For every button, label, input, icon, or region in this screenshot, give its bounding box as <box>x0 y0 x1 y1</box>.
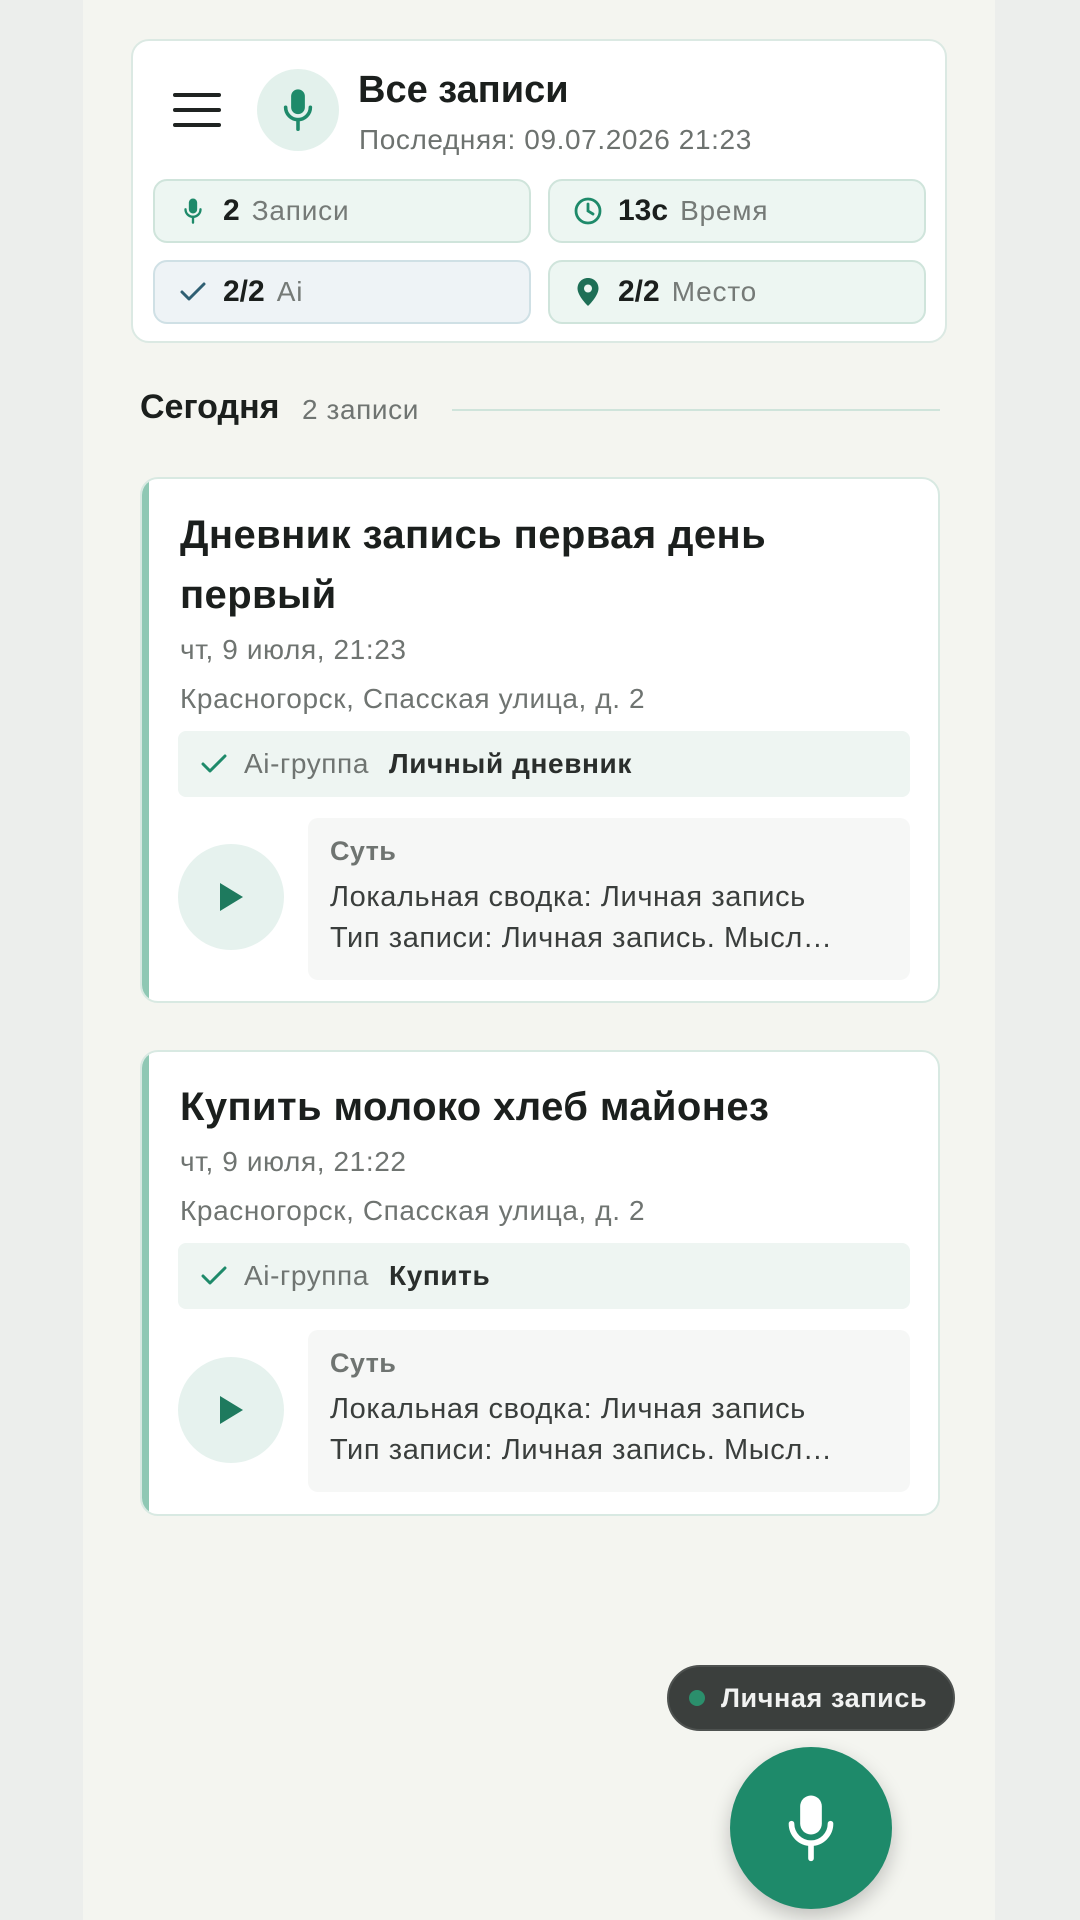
toast-label: Личная запись <box>721 1682 928 1713</box>
play-icon <box>220 1396 243 1424</box>
summary-box: Суть Локальная сводка: Личная запись Тип… <box>308 818 910 980</box>
stat-value: 2/2 <box>618 275 660 308</box>
stat-location: 2/2 Место <box>548 260 926 324</box>
record-title: Дневник запись первая день первый <box>180 513 767 617</box>
stat-time: 13с Время <box>548 179 926 243</box>
mic-icon <box>283 89 313 132</box>
stat-value: 13с <box>618 194 669 227</box>
menu-icon-bar <box>173 108 221 112</box>
mic-icon <box>788 1795 834 1862</box>
last-record-time: Последняя: 09.07.2026 21:23 <box>359 124 752 155</box>
record-date: чт, 9 июля, 21:22 <box>180 1146 407 1177</box>
summary-label: Суть <box>330 836 397 866</box>
record-fab-button[interactable] <box>730 1747 892 1909</box>
check-icon <box>177 276 209 308</box>
summary-box: Суть Локальная сводка: Личная запись Тип… <box>308 1330 910 1492</box>
clock-icon <box>572 195 604 227</box>
menu-icon-bar <box>173 123 221 127</box>
ai-group-badge: Ai-группа Личный дневник <box>178 731 910 797</box>
ai-group-badge: Ai-группа Купить <box>178 1243 910 1309</box>
menu-button[interactable] <box>173 93 221 129</box>
summary-text: Локальная сводка: Личная запись Тип запи… <box>330 1393 833 1466</box>
ai-group-value: Личный дневник <box>389 748 632 779</box>
card-accent-stripe <box>142 479 149 1001</box>
summary-text: Локальная сводка: Личная запись Тип запи… <box>330 881 833 954</box>
mic-icon <box>177 195 209 227</box>
check-icon <box>200 753 228 775</box>
record-date: чт, 9 июля, 21:23 <box>180 634 407 665</box>
ai-group-value: Купить <box>389 1260 491 1291</box>
stat-label: Записи <box>251 195 350 226</box>
stat-ai: 2/2 Ai <box>153 260 531 324</box>
summary-label: Суть <box>330 1348 397 1378</box>
card-accent-stripe <box>142 1052 149 1514</box>
record-location: Красногорск, Спасская улица, д. 2 <box>180 1195 646 1226</box>
status-dot-icon <box>689 1690 705 1706</box>
check-icon <box>200 1265 228 1287</box>
page-title: Все записи <box>358 69 569 111</box>
section-title: Сегодня <box>140 388 280 426</box>
stat-value: 2 <box>223 194 240 227</box>
play-button[interactable] <box>178 844 284 950</box>
stat-records: 2 Записи <box>153 179 531 243</box>
stat-label: Место <box>671 276 758 307</box>
section-divider <box>452 409 940 411</box>
record-card[interactable]: Купить молоко хлеб майонез чт, 9 июля, 2… <box>140 1050 940 1516</box>
location-pin-icon <box>572 276 604 308</box>
ai-group-label: Ai-группа <box>244 748 369 779</box>
mic-avatar-icon <box>257 69 339 151</box>
ai-group-label: Ai-группа <box>244 1260 369 1291</box>
play-icon <box>220 883 243 911</box>
menu-icon-bar <box>173 93 221 97</box>
status-toast: Личная запись <box>667 1665 955 1731</box>
record-location: Красногорск, Спасская улица, д. 2 <box>180 683 646 714</box>
record-card[interactable]: Дневник запись первая день первый чт, 9 … <box>140 477 940 1003</box>
play-button[interactable] <box>178 1357 284 1463</box>
stat-label: Ai <box>276 276 304 307</box>
stat-label: Время <box>680 195 769 226</box>
stat-value: 2/2 <box>223 275 265 308</box>
section-count: 2 записи <box>302 394 420 425</box>
record-title: Купить молоко хлеб майонез <box>180 1085 770 1129</box>
header-card: Все записи Последняя: 09.07.2026 21:23 2… <box>131 39 947 343</box>
